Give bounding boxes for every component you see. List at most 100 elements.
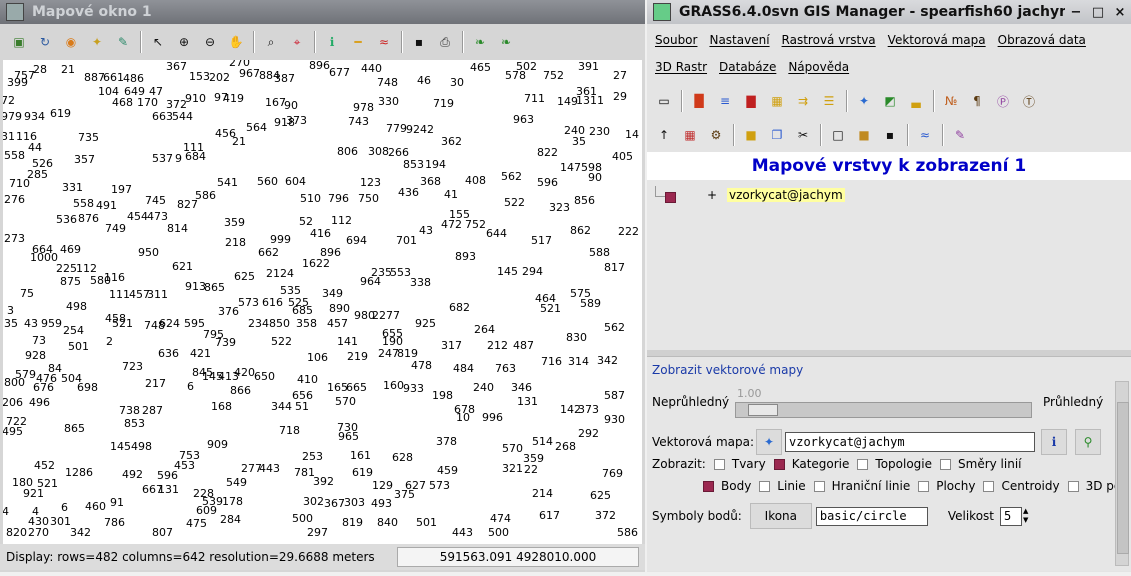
menu-row-2: 3D Rastr Databáze Nápověda: [647, 53, 1131, 80]
profile-icon[interactable]: ≈: [372, 30, 396, 54]
symbol-input[interactable]: basic/circle: [815, 506, 928, 526]
add-north-arrow-icon[interactable]: ↑: [652, 123, 676, 147]
category-label: 342: [70, 526, 91, 539]
erase-icon[interactable]: ✦: [85, 30, 109, 54]
add-chart-icon[interactable]: ▃: [904, 89, 928, 113]
layer-expand-icon[interactable]: +: [707, 188, 717, 202]
add-grid-icon[interactable]: ▦: [678, 123, 702, 147]
icon-button[interactable]: Ikona: [749, 503, 812, 529]
add-ps-text-icon[interactable]: Ⓣ: [1017, 89, 1041, 113]
zoom-back-icon[interactable]: ⌕: [259, 30, 283, 54]
copy-layer-icon[interactable]: ❐: [765, 123, 789, 147]
menu-item-2[interactable]: Rastrová vrstva: [782, 33, 876, 47]
display-map-icon[interactable]: ▣: [7, 30, 31, 54]
layer-item-vzorkycat[interactable]: vzorkycat@jachym: [727, 188, 845, 202]
vector-display-tab[interactable]: Zobrazit vektorové mapy: [652, 363, 803, 377]
add-legend-icon[interactable]: ☰: [817, 89, 841, 113]
feature-option-checkbox-4[interactable]: [983, 480, 995, 492]
pointer-icon[interactable]: ↖: [146, 30, 170, 54]
feature-option-checkbox-5[interactable]: [1067, 480, 1079, 492]
minimize-button[interactable]: −: [1065, 1, 1087, 23]
category-label: 934: [24, 110, 45, 123]
menu-item-3[interactable]: Vektorová mapa: [888, 33, 986, 47]
nviz-icon[interactable]: ❧: [468, 30, 492, 54]
category-label: 933: [403, 382, 424, 395]
new-workspace-icon[interactable]: □: [826, 123, 850, 147]
menu-item-0[interactable]: Soubor: [655, 33, 697, 47]
layer-visibility-checkbox[interactable]: [665, 192, 676, 203]
layer-tree[interactable]: + vzorkycat@jachym: [647, 180, 1131, 350]
map-toolbar: ▣ ↻ ◉ ✦ ✎ ↖ ⊕ ⊖ ✋ ⌕ ⌖ ℹ ━ ≈ ▪ ⎙ ❧ ❧: [0, 28, 645, 56]
save-workspace-icon[interactable]: ▪: [878, 123, 902, 147]
add-text-icon[interactable]: ¶: [965, 89, 989, 113]
redraw-icon[interactable]: ↻: [33, 30, 57, 54]
zoom-in-icon[interactable]: ⊕: [172, 30, 196, 54]
menu-item-row2-1[interactable]: Databáze: [719, 60, 776, 74]
category-label: 711: [524, 92, 545, 105]
render-icon[interactable]: ◉: [59, 30, 83, 54]
info-icon[interactable]: i: [1041, 429, 1067, 455]
add-label-icon[interactable]: №: [939, 89, 963, 113]
feature-option-checkbox-1[interactable]: [759, 480, 771, 492]
category-label: 131: [158, 483, 179, 496]
query-icon[interactable]: ℹ: [320, 30, 344, 54]
category-label: 460: [85, 500, 106, 513]
category-label: 43: [419, 224, 433, 237]
add-ps-icon[interactable]: Ⓟ: [991, 89, 1015, 113]
maximize-button[interactable]: □: [1087, 1, 1109, 23]
add-rgb-icon[interactable]: ≡: [713, 89, 737, 113]
add-raster-cats-icon[interactable]: ▦: [765, 89, 789, 113]
category-label: 10: [456, 411, 470, 424]
pan-icon[interactable]: ✋: [224, 30, 248, 54]
zoom-out-icon[interactable]: ⊖: [198, 30, 222, 54]
add-group-icon[interactable]: ■: [739, 123, 763, 147]
size-spinbox[interactable]: 5: [1000, 506, 1022, 526]
size-spinner-arrows[interactable]: ▲ ▼: [1023, 507, 1028, 525]
category-label: 2: [106, 335, 113, 348]
select-vector-icon[interactable]: ✦: [756, 429, 782, 455]
feature-option-checkbox-2[interactable]: [813, 480, 825, 492]
feature-option-checkbox-3[interactable]: [918, 480, 930, 492]
analysis-icon[interactable]: ❧: [494, 30, 518, 54]
print-icon[interactable]: ⎙: [433, 30, 457, 54]
category-label: 661: [103, 71, 124, 84]
map-window-titlebar[interactable]: Mapové okno 1: [0, 0, 645, 24]
menu-item-row2-2[interactable]: Nápověda: [788, 60, 849, 74]
show-option-checkbox-0[interactable]: [713, 458, 725, 470]
edit-icon[interactable]: ✎: [948, 123, 972, 147]
vector-map-input[interactable]: vzorkycat@jachym: [785, 432, 1035, 452]
add-raster-icon[interactable]: █: [687, 89, 711, 113]
coordinates-field: 591563.091 4928010.000: [397, 547, 639, 567]
gis-manager-titlebar[interactable]: GRASS6.4.0svn GIS Manager - spearfish60 …: [647, 0, 1131, 24]
add-frame-icon[interactable]: ⚙: [704, 123, 728, 147]
opacity-slider[interactable]: [735, 402, 1032, 418]
panel-scrollbar[interactable]: [1115, 381, 1129, 566]
show-option-checkbox-3[interactable]: [940, 458, 952, 470]
map-canvas[interactable]: 757 28 21 887 661 486 36 7 153 202 270 967 884 387 896…: [3, 60, 642, 544]
category-label: 452: [34, 459, 55, 472]
menu-item-1[interactable]: Nastavení: [709, 33, 769, 47]
add-thematic-icon[interactable]: ◩: [878, 89, 902, 113]
menu-item-4[interactable]: Obrazová data: [998, 33, 1086, 47]
panel-scrollbar-thumb[interactable]: [1117, 402, 1129, 554]
menu-item-row2-0[interactable]: 3D Rastr: [655, 60, 707, 74]
zoom-menu-icon[interactable]: ⌖: [285, 30, 309, 54]
query-vector-icon[interactable]: ⚲: [1075, 429, 1101, 455]
opacity-slider-thumb[interactable]: [747, 404, 778, 416]
show-option-checkbox-2[interactable]: [857, 458, 869, 470]
measure-icon[interactable]: ━: [346, 30, 370, 54]
save-icon[interactable]: ▪: [407, 30, 431, 54]
overlay-icon[interactable]: ✎: [111, 30, 135, 54]
show-option-checkbox-1[interactable]: [773, 458, 785, 470]
add-histogram-icon[interactable]: ▇: [739, 89, 763, 113]
digitize-icon[interactable]: ≈: [913, 123, 937, 147]
cut-layer-icon[interactable]: ✂: [791, 123, 815, 147]
feature-option-checkbox-0[interactable]: [703, 480, 714, 492]
new-display-icon[interactable]: ▭: [652, 89, 676, 113]
category-label: 90: [284, 99, 298, 112]
add-vector-icon[interactable]: ✦: [852, 89, 876, 113]
close-button[interactable]: ×: [1109, 1, 1131, 23]
open-workspace-icon[interactable]: ■: [852, 123, 876, 147]
category-label: 735: [78, 131, 99, 144]
add-raster-arrows-icon[interactable]: ⇉: [791, 89, 815, 113]
